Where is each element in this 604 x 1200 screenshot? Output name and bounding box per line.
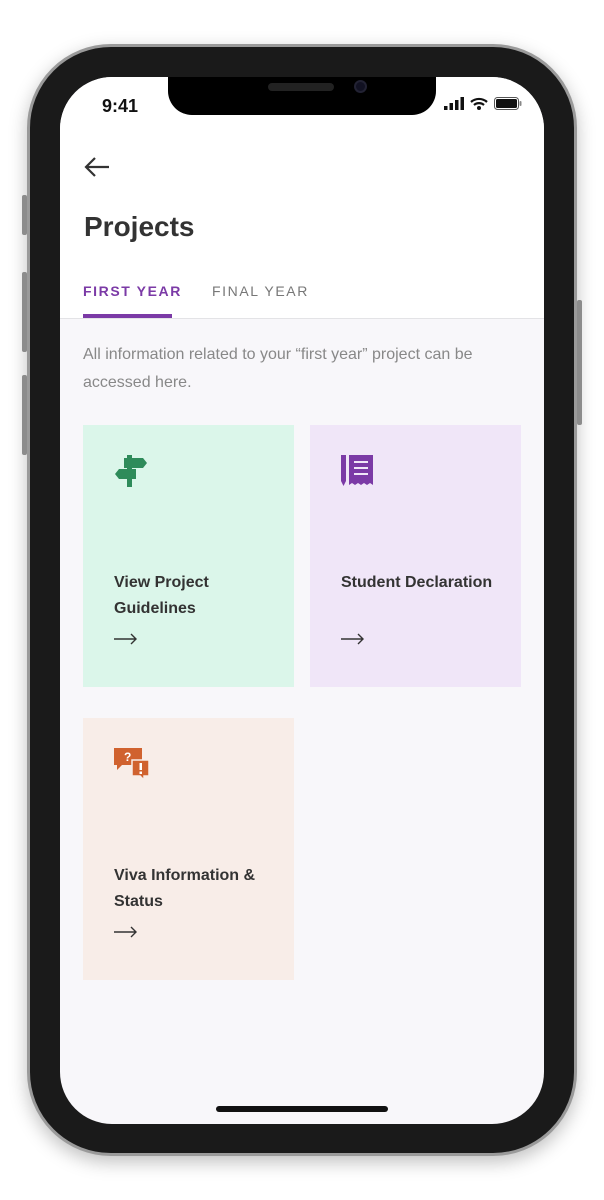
home-indicator[interactable] xyxy=(216,1106,388,1112)
phone-mute-switch xyxy=(22,195,27,235)
card-label: Viva Information & Status xyxy=(114,867,256,910)
header: 9:41 Projects FIRST YEAR FINAL YEAR xyxy=(60,77,544,319)
notch xyxy=(168,77,436,115)
status-time: 9:41 xyxy=(102,96,139,116)
phone-power-button xyxy=(577,300,582,425)
question-exclamation-chat-icon: ? xyxy=(114,748,150,780)
active-tab-indicator xyxy=(83,314,172,318)
card-student-declaration[interactable]: Student Declaration xyxy=(310,425,521,687)
page-title: Projects xyxy=(84,211,195,242)
card-viva-information-status[interactable]: ? Viva Information & Status xyxy=(83,718,294,980)
battery-icon xyxy=(494,97,522,110)
tab-first-year[interactable]: FIRST YEAR xyxy=(83,283,182,299)
card-label: Student Declaration xyxy=(341,574,493,591)
svg-text:?: ? xyxy=(124,750,131,764)
wifi-icon xyxy=(470,97,488,110)
page-description: All information related to your “first y… xyxy=(83,346,473,391)
card-label: View Project Guidelines xyxy=(114,574,209,617)
receipt-pencil-icon xyxy=(341,455,373,486)
arrow-right-icon xyxy=(114,633,137,645)
tab-final-year[interactable]: FINAL YEAR xyxy=(212,283,309,299)
phone-volume-up xyxy=(22,272,27,352)
phone-volume-down xyxy=(22,375,27,455)
signal-icon xyxy=(444,97,464,110)
signpost-icon xyxy=(115,455,147,487)
screen: 9:41 Projects FIRST YEAR FINAL YEAR All … xyxy=(60,77,544,1124)
arrow-right-icon xyxy=(114,926,137,938)
card-view-project-guidelines[interactable]: View Project Guidelines xyxy=(83,425,294,687)
status-icons xyxy=(444,97,522,110)
arrow-right-icon xyxy=(341,633,364,645)
back-arrow-icon[interactable] xyxy=(84,157,110,177)
